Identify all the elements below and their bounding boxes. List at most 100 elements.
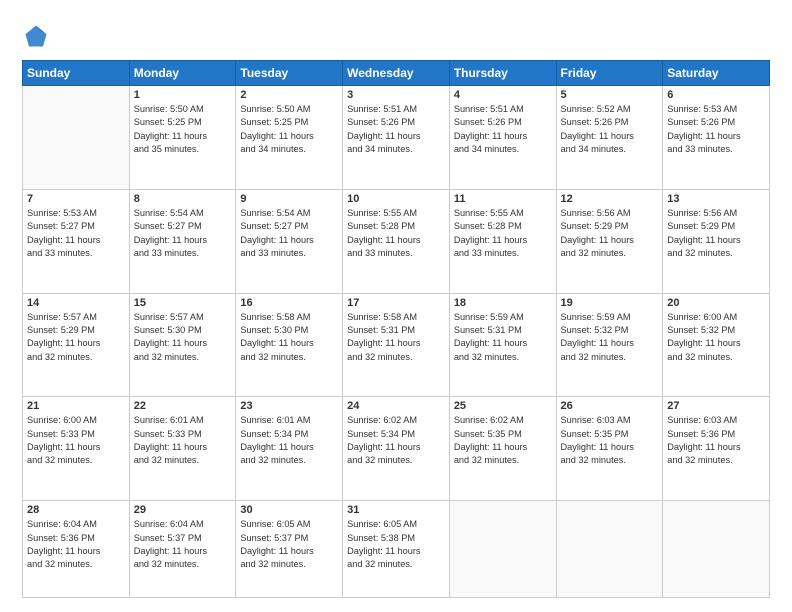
day-number: 26 xyxy=(561,400,659,412)
weekday-header: Friday xyxy=(556,61,663,86)
calendar-table: SundayMondayTuesdayWednesdayThursdayFrid… xyxy=(22,60,770,598)
day-info: Sunrise: 5:50 AM Sunset: 5:25 PM Dayligh… xyxy=(240,103,338,156)
weekday-header: Monday xyxy=(129,61,236,86)
day-number: 16 xyxy=(240,297,338,309)
day-number: 28 xyxy=(27,504,125,516)
day-number: 25 xyxy=(454,400,552,412)
day-info: Sunrise: 6:02 AM Sunset: 5:34 PM Dayligh… xyxy=(347,414,445,467)
day-number: 24 xyxy=(347,400,445,412)
day-info: Sunrise: 5:55 AM Sunset: 5:28 PM Dayligh… xyxy=(347,207,445,260)
day-number: 13 xyxy=(667,193,765,205)
day-number: 27 xyxy=(667,400,765,412)
day-number: 18 xyxy=(454,297,552,309)
calendar-day-cell: 31 Sunrise: 6:05 AM Sunset: 5:38 PM Dayli… xyxy=(343,501,450,598)
weekday-header: Thursday xyxy=(449,61,556,86)
weekday-header: Saturday xyxy=(663,61,770,86)
calendar-day-cell: 28 Sunrise: 6:04 AM Sunset: 5:36 PM Dayli… xyxy=(23,501,130,598)
day-number: 2 xyxy=(240,89,338,101)
day-info: Sunrise: 5:54 AM Sunset: 5:27 PM Dayligh… xyxy=(134,207,232,260)
calendar-day-cell xyxy=(663,501,770,598)
day-number: 9 xyxy=(240,193,338,205)
calendar-day-cell: 7 Sunrise: 5:53 AM Sunset: 5:27 PM Daylig… xyxy=(23,189,130,293)
calendar-day-cell: 14 Sunrise: 5:57 AM Sunset: 5:29 PM Dayli… xyxy=(23,293,130,397)
day-info: Sunrise: 6:04 AM Sunset: 5:36 PM Dayligh… xyxy=(27,518,125,571)
calendar-day-cell: 22 Sunrise: 6:01 AM Sunset: 5:33 PM Dayli… xyxy=(129,397,236,501)
weekday-header: Tuesday xyxy=(236,61,343,86)
calendar-day-cell: 9 Sunrise: 5:54 AM Sunset: 5:27 PM Daylig… xyxy=(236,189,343,293)
day-number: 1 xyxy=(134,89,232,101)
day-info: Sunrise: 6:01 AM Sunset: 5:34 PM Dayligh… xyxy=(240,414,338,467)
calendar-day-cell xyxy=(23,86,130,190)
calendar-week-row: 1 Sunrise: 5:50 AM Sunset: 5:25 PM Daylig… xyxy=(23,86,770,190)
calendar-day-cell: 12Sunrise: 5:56 AM Sunset: 5:29 PM Dayli… xyxy=(556,189,663,293)
calendar-week-row: 7 Sunrise: 5:53 AM Sunset: 5:27 PM Daylig… xyxy=(23,189,770,293)
calendar-header-row: SundayMondayTuesdayWednesdayThursdayFrid… xyxy=(23,61,770,86)
day-number: 23 xyxy=(240,400,338,412)
day-info: Sunrise: 6:03 AM Sunset: 5:36 PM Dayligh… xyxy=(667,414,765,467)
day-info: Sunrise: 5:53 AM Sunset: 5:26 PM Dayligh… xyxy=(667,103,765,156)
calendar-day-cell: 6 Sunrise: 5:53 AM Sunset: 5:26 PM Daylig… xyxy=(663,86,770,190)
day-number: 29 xyxy=(134,504,232,516)
day-number: 3 xyxy=(347,89,445,101)
calendar-day-cell: 8 Sunrise: 5:54 AM Sunset: 5:27 PM Daylig… xyxy=(129,189,236,293)
day-info: Sunrise: 5:51 AM Sunset: 5:26 PM Dayligh… xyxy=(454,103,552,156)
calendar-day-cell: 4Sunrise: 5:51 AM Sunset: 5:26 PM Daylig… xyxy=(449,86,556,190)
day-info: Sunrise: 5:59 AM Sunset: 5:32 PM Dayligh… xyxy=(561,311,659,364)
day-number: 21 xyxy=(27,400,125,412)
calendar-day-cell: 2 Sunrise: 5:50 AM Sunset: 5:25 PM Daylig… xyxy=(236,86,343,190)
day-number: 20 xyxy=(667,297,765,309)
calendar-day-cell: 23 Sunrise: 6:01 AM Sunset: 5:34 PM Dayli… xyxy=(236,397,343,501)
day-info: Sunrise: 5:58 AM Sunset: 5:30 PM Dayligh… xyxy=(240,311,338,364)
day-number: 31 xyxy=(347,504,445,516)
weekday-header: Wednesday xyxy=(343,61,450,86)
day-info: Sunrise: 5:56 AM Sunset: 5:29 PM Dayligh… xyxy=(561,207,659,260)
calendar-day-cell: 16 Sunrise: 5:58 AM Sunset: 5:30 PM Dayli… xyxy=(236,293,343,397)
calendar-week-row: 14 Sunrise: 5:57 AM Sunset: 5:29 PM Dayli… xyxy=(23,293,770,397)
day-info: Sunrise: 6:05 AM Sunset: 5:37 PM Dayligh… xyxy=(240,518,338,571)
day-number: 11 xyxy=(454,193,552,205)
calendar-day-cell xyxy=(556,501,663,598)
day-info: Sunrise: 5:57 AM Sunset: 5:29 PM Dayligh… xyxy=(27,311,125,364)
calendar-day-cell: 1 Sunrise: 5:50 AM Sunset: 5:25 PM Daylig… xyxy=(129,86,236,190)
day-info: Sunrise: 6:00 AM Sunset: 5:33 PM Dayligh… xyxy=(27,414,125,467)
day-info: Sunrise: 6:01 AM Sunset: 5:33 PM Dayligh… xyxy=(134,414,232,467)
day-info: Sunrise: 6:03 AM Sunset: 5:35 PM Dayligh… xyxy=(561,414,659,467)
day-number: 14 xyxy=(27,297,125,309)
page: SundayMondayTuesdayWednesdayThursdayFrid… xyxy=(0,0,792,612)
logo xyxy=(22,22,54,50)
calendar-day-cell: 26 Sunrise: 6:03 AM Sunset: 5:35 PM Dayli… xyxy=(556,397,663,501)
day-info: Sunrise: 5:50 AM Sunset: 5:25 PM Dayligh… xyxy=(134,103,232,156)
day-number: 30 xyxy=(240,504,338,516)
day-number: 17 xyxy=(347,297,445,309)
day-info: Sunrise: 6:05 AM Sunset: 5:38 PM Dayligh… xyxy=(347,518,445,571)
day-number: 22 xyxy=(134,400,232,412)
calendar-day-cell: 25 Sunrise: 6:02 AM Sunset: 5:35 PM Dayli… xyxy=(449,397,556,501)
day-info: Sunrise: 6:02 AM Sunset: 5:35 PM Dayligh… xyxy=(454,414,552,467)
header xyxy=(22,18,770,50)
day-number: 8 xyxy=(134,193,232,205)
calendar-day-cell: 27 Sunrise: 6:03 AM Sunset: 5:36 PM Dayli… xyxy=(663,397,770,501)
calendar-day-cell xyxy=(449,501,556,598)
calendar-day-cell: 17Sunrise: 5:58 AM Sunset: 5:31 PM Dayli… xyxy=(343,293,450,397)
day-info: Sunrise: 5:57 AM Sunset: 5:30 PM Dayligh… xyxy=(134,311,232,364)
day-number: 7 xyxy=(27,193,125,205)
calendar-day-cell: 20 Sunrise: 6:00 AM Sunset: 5:32 PM Dayli… xyxy=(663,293,770,397)
day-number: 19 xyxy=(561,297,659,309)
day-number: 10 xyxy=(347,193,445,205)
day-info: Sunrise: 5:59 AM Sunset: 5:31 PM Dayligh… xyxy=(454,311,552,364)
day-info: Sunrise: 5:53 AM Sunset: 5:27 PM Dayligh… xyxy=(27,207,125,260)
calendar-week-row: 21 Sunrise: 6:00 AM Sunset: 5:33 PM Dayli… xyxy=(23,397,770,501)
day-info: Sunrise: 5:52 AM Sunset: 5:26 PM Dayligh… xyxy=(561,103,659,156)
weekday-header: Sunday xyxy=(23,61,130,86)
day-info: Sunrise: 5:54 AM Sunset: 5:27 PM Dayligh… xyxy=(240,207,338,260)
day-info: Sunrise: 5:51 AM Sunset: 5:26 PM Dayligh… xyxy=(347,103,445,156)
calendar-day-cell: 10 Sunrise: 5:55 AM Sunset: 5:28 PM Dayli… xyxy=(343,189,450,293)
calendar-day-cell: 21 Sunrise: 6:00 AM Sunset: 5:33 PM Dayli… xyxy=(23,397,130,501)
calendar-day-cell: 15Sunrise: 5:57 AM Sunset: 5:30 PM Dayli… xyxy=(129,293,236,397)
day-number: 6 xyxy=(667,89,765,101)
day-info: Sunrise: 6:00 AM Sunset: 5:32 PM Dayligh… xyxy=(667,311,765,364)
calendar-day-cell: 29Sunrise: 6:04 AM Sunset: 5:37 PM Dayli… xyxy=(129,501,236,598)
calendar-day-cell: 18 Sunrise: 5:59 AM Sunset: 5:31 PM Dayli… xyxy=(449,293,556,397)
calendar-day-cell: 30 Sunrise: 6:05 AM Sunset: 5:37 PM Dayli… xyxy=(236,501,343,598)
day-number: 5 xyxy=(561,89,659,101)
